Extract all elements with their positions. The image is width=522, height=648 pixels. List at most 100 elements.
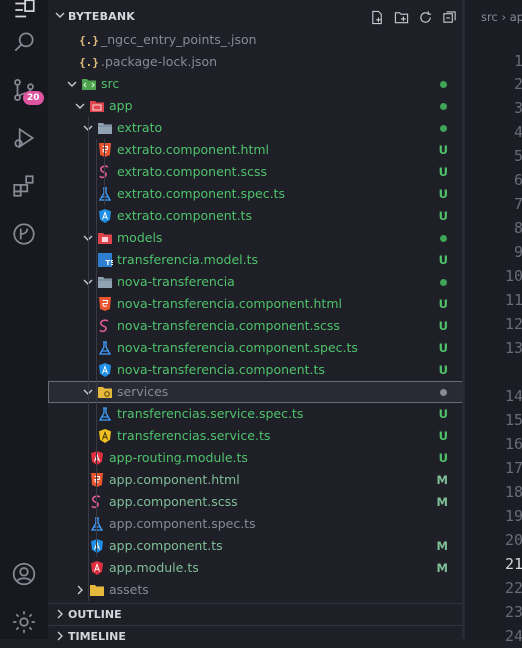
- new-file-icon[interactable]: [368, 8, 386, 26]
- git-status-dot: [440, 235, 447, 242]
- folder-icon: [97, 120, 113, 136]
- chevron-right-icon: [54, 608, 66, 623]
- editor-area: src › ap 1 2 3 4 5 6 7 8 9 10 11 12 13 14 15 16 17 18 19 20…: [464, 0, 522, 645]
- line-number: 16: [504, 435, 522, 453]
- tree-file-row[interactable]: extrato.component.html U: [48, 139, 464, 161]
- chevron-down-icon[interactable]: [64, 76, 80, 92]
- angular-component-icon: [89, 538, 105, 554]
- git-status-badge: U: [438, 165, 448, 179]
- tree-item-label: assets: [109, 582, 149, 597]
- outline-panel-header[interactable]: OUTLINE: [48, 603, 464, 626]
- folder-assets-icon: [89, 582, 105, 598]
- tree-file-row[interactable]: app.component.spec.ts: [48, 513, 464, 535]
- chevron-down-icon[interactable]: [72, 98, 88, 114]
- tree-file-row[interactable]: app.component.scss M: [48, 491, 464, 513]
- tree-item-label: extrato.component.ts: [117, 208, 252, 223]
- test-icon: [97, 340, 113, 356]
- git-status-dot: [440, 81, 447, 88]
- tree-item-label: extrato.component.html: [117, 142, 270, 157]
- workspace-title: BYTEBANK: [68, 10, 135, 23]
- git-status-badge: M: [436, 561, 448, 575]
- tree-file-row[interactable]: nova-transferencia.component.scss U: [48, 315, 464, 337]
- extensions-icon[interactable]: [0, 162, 48, 210]
- line-number: 7: [513, 195, 522, 213]
- git-status-dot: [440, 103, 447, 110]
- line-number: 14: [504, 387, 522, 405]
- tree-file-row[interactable]: app-routing.module.ts U: [48, 447, 464, 469]
- tree-file-row[interactable]: extrato.component.scss U: [48, 161, 464, 183]
- line-number: 19: [504, 507, 522, 525]
- git-status-dot: [440, 279, 447, 286]
- tree-file-row[interactable]: nova-transferencia.component.spec.ts U: [48, 337, 464, 359]
- tree-file-row[interactable]: transferencias.service.ts U: [48, 425, 464, 447]
- folder-app-icon: [89, 98, 105, 114]
- line-number: 9: [513, 243, 522, 261]
- line-number: 6: [513, 171, 522, 189]
- line-number: 10: [504, 267, 522, 285]
- tree-item-label: services: [117, 384, 169, 399]
- tree-item-label: app.component.spec.ts: [109, 516, 256, 531]
- timeline-panel-header[interactable]: TIMELINE: [48, 625, 464, 648]
- tree-file-row[interactable]: transferencias.service.spec.ts U: [48, 403, 464, 425]
- tree-file-row[interactable]: app.component.html M: [48, 469, 464, 491]
- line-number: 13: [504, 339, 522, 357]
- explorer-header[interactable]: BYTEBANK: [48, 6, 464, 28]
- tree-item-label: transferencias.service.ts: [117, 428, 271, 443]
- folder-models-icon: [97, 230, 113, 246]
- tree-folder-row[interactable]: services: [48, 381, 464, 403]
- tree-file-row[interactable]: app.component.ts M: [48, 535, 464, 557]
- chevron-right-icon[interactable]: [72, 582, 88, 598]
- tree-item-label: extrato.component.scss: [117, 164, 267, 179]
- run-debug-icon[interactable]: [0, 114, 48, 162]
- tree-file-row[interactable]: extrato.component.spec.ts U: [48, 183, 464, 205]
- ts-icon: TS: [97, 252, 113, 268]
- tree-folder-row[interactable]: models: [48, 227, 464, 249]
- tree-item-label: nova-transferencia.component.scss: [117, 318, 340, 333]
- git-status-badge: U: [438, 319, 448, 333]
- git-status-badge: U: [438, 341, 448, 355]
- git-status-badge: M: [436, 539, 448, 553]
- search-icon[interactable]: [0, 18, 48, 66]
- tree-file-row[interactable]: TS transferencia.model.ts U: [48, 249, 464, 271]
- scss-icon: [97, 318, 113, 334]
- line-number: 3: [513, 99, 522, 117]
- tree-item-label: app-routing.module.ts: [109, 450, 248, 465]
- test-icon: [97, 186, 113, 202]
- tree-folder-row[interactable]: src: [48, 73, 464, 95]
- indent-guide: [96, 139, 97, 557]
- tree-item-label: app.module.ts: [109, 560, 199, 575]
- angular-component-icon: [97, 362, 113, 378]
- source-control-icon[interactable]: [0, 66, 48, 114]
- line-number: 20: [504, 531, 522, 549]
- new-folder-icon[interactable]: [392, 8, 410, 26]
- collapse-all-icon[interactable]: [440, 8, 458, 26]
- tree-file-row[interactable]: {.} .package-lock.json: [48, 51, 464, 73]
- tree-folder-row[interactable]: extrato: [48, 117, 464, 139]
- line-number: 5: [513, 147, 522, 165]
- git-status-badge: U: [438, 429, 448, 443]
- tree-file-row[interactable]: extrato.component.ts U: [48, 205, 464, 227]
- tree-folder-row[interactable]: app: [48, 95, 464, 117]
- html-icon: [89, 472, 105, 488]
- tree-item-label: _ngcc_entry_points_.json: [101, 32, 257, 47]
- tree-folder-row[interactable]: nova-transferencia: [48, 271, 464, 293]
- account-icon[interactable]: [0, 550, 48, 598]
- git-status-dot: [440, 125, 447, 132]
- tree-file-row[interactable]: {.} _ngcc_entry_points_.json: [48, 29, 464, 51]
- tree-file-row[interactable]: app.module.ts M: [48, 557, 464, 579]
- folder-services-icon: [97, 384, 113, 400]
- tree-file-row[interactable]: nova-transferencia.component.ts U: [48, 359, 464, 381]
- git-graph-icon[interactable]: [0, 210, 48, 258]
- tree-folder-row[interactable]: assets: [48, 579, 464, 601]
- git-status-badge: U: [438, 363, 448, 377]
- tree-item-label: app.component.html: [109, 472, 240, 487]
- tree-file-row[interactable]: nova-transferencia.component.html U: [48, 293, 464, 315]
- tree-item-label: transferencias.service.spec.ts: [117, 406, 304, 421]
- breadcrumb[interactable]: src › ap: [481, 10, 522, 24]
- line-number: 11: [504, 291, 522, 309]
- refresh-icon[interactable]: [416, 8, 434, 26]
- line-number: 17: [504, 459, 522, 477]
- line-number: 2: [513, 75, 522, 93]
- tree-item-label: nova-transferencia.component.spec.ts: [117, 340, 358, 355]
- line-number: 22: [504, 579, 522, 597]
